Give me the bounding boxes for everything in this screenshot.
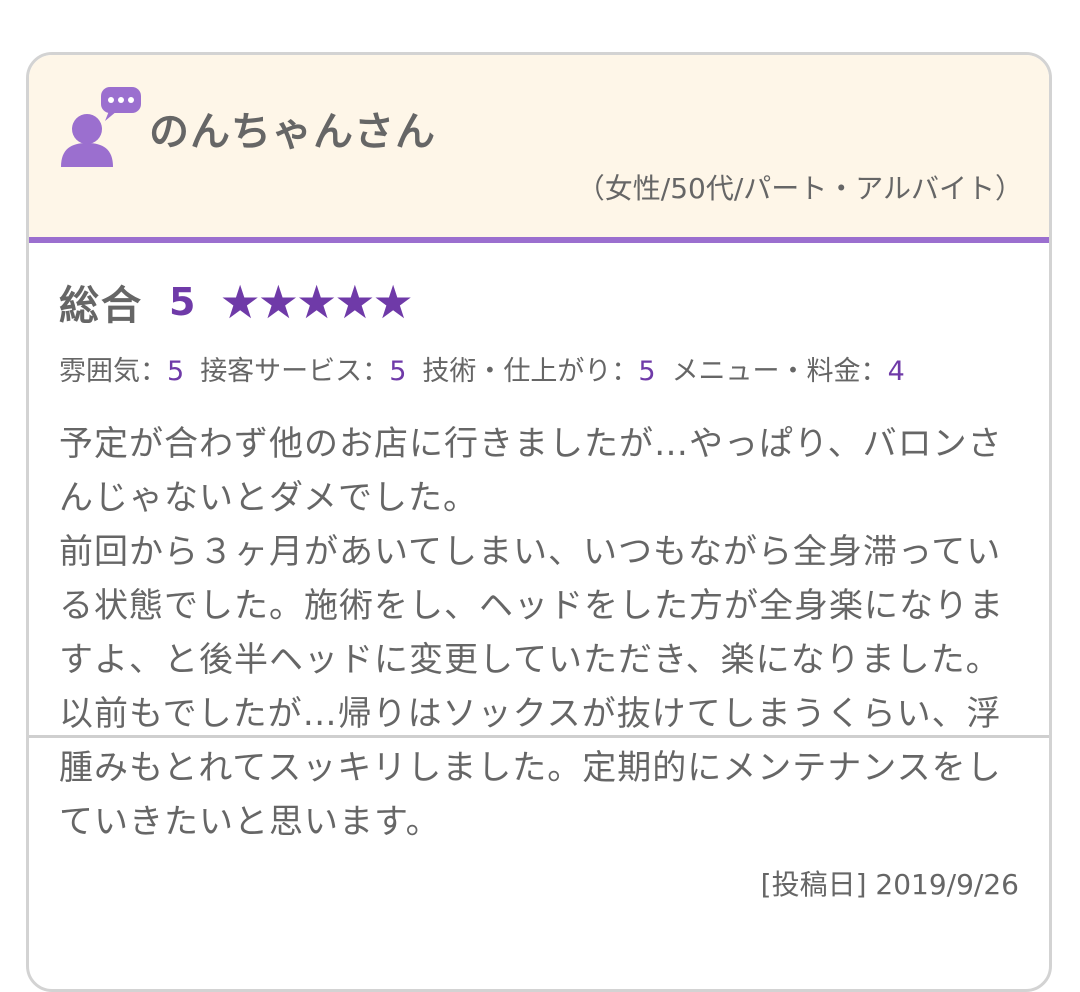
overall-label: 総合 <box>59 283 143 329</box>
star-icon: ★ <box>295 275 338 329</box>
star-icon: ★ <box>372 275 414 329</box>
post-date: [投稿日] 2019/9/26 <box>760 868 1019 901</box>
reviewer-name: のんちゃんさん <box>149 109 436 155</box>
sub-rating-label: 雰囲気： <box>59 356 167 387</box>
sub-rating-atmosphere: 雰囲気：5 <box>59 349 184 388</box>
sub-rating-label: 技術・仕上がり： <box>422 356 639 387</box>
review-header: のんちゃんさん （女性/50代/パート・アルバイト） <box>29 55 1049 243</box>
overall-rating: 総合 5 ★ ★ ★ ★ ★ <box>59 275 414 329</box>
divider <box>29 735 1049 738</box>
sub-ratings: 雰囲気：5 接客サービス：5 技術・仕上がり：5 メニュー・料金：4 <box>59 349 921 388</box>
overall-score: 5 <box>169 280 196 324</box>
star-icon: ★ <box>334 275 376 329</box>
sub-rating-value: 5 <box>638 356 656 387</box>
sub-rating-label: 接客サービス： <box>200 356 390 387</box>
star-icon: ★ <box>219 275 261 329</box>
sub-rating-value: 5 <box>389 356 407 387</box>
sub-rating-label: メニュー・料金： <box>671 356 888 387</box>
star-icon: ★ <box>257 275 299 329</box>
sub-rating-service: 接客サービス：5 <box>200 349 406 388</box>
sub-rating-technique: 技術・仕上がり：5 <box>422 349 655 388</box>
star-rating: ★ ★ ★ ★ ★ <box>219 275 414 329</box>
review-card: のんちゃんさん （女性/50代/パート・アルバイト） 総合 5 ★ ★ ★ ★ ★ 雰囲… <box>26 52 1052 992</box>
review-text: 予定が合わず他のお店に行きましたが…やっぱり、バロンさんじゃないとダメでした。 … <box>59 424 1004 842</box>
sub-rating-menu-price: メニュー・料金：4 <box>672 349 905 388</box>
reviewer-meta: （女性/50代/パート・アルバイト） <box>576 172 1023 205</box>
sub-rating-value: 4 <box>887 356 905 387</box>
person-speech-bubble-icon <box>61 87 141 167</box>
sub-rating-value: 5 <box>167 356 185 387</box>
